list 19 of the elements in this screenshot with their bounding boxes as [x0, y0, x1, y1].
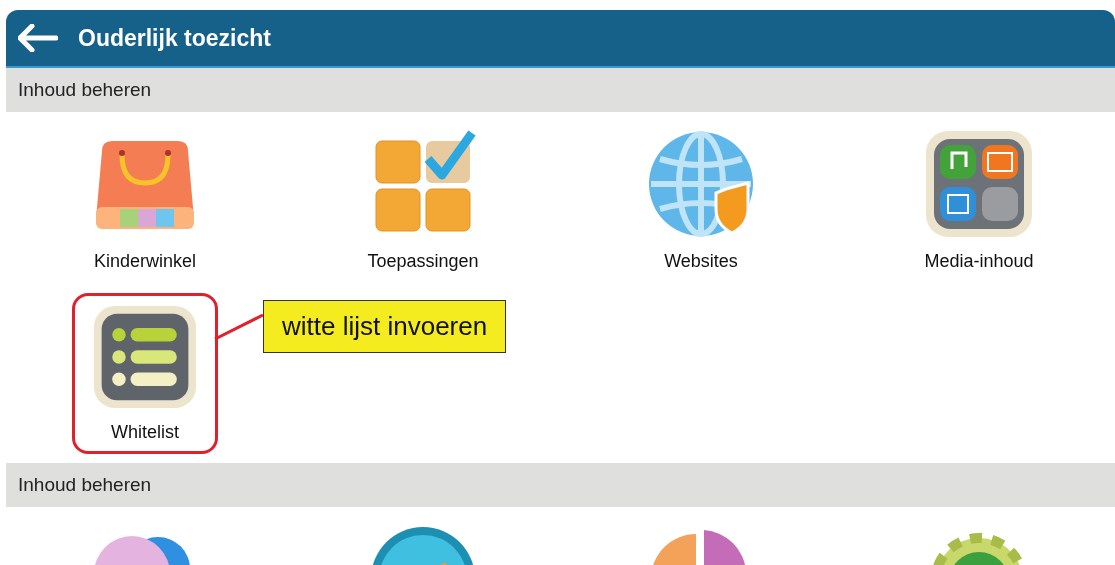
- section-title: Inhoud beheren: [18, 79, 152, 101]
- app-tile[interactable]: Media-inhoud: [906, 118, 1052, 283]
- globe-shield-icon: [646, 129, 756, 239]
- app-label: Kinderwinkel: [93, 251, 197, 272]
- back-arrow-icon[interactable]: [18, 24, 58, 52]
- app-label: Media-inhoud: [924, 251, 1034, 272]
- highlighted-tile[interactable]: Whitelist: [72, 293, 218, 454]
- app-tile[interactable]: Kinderwinkel: [72, 118, 218, 283]
- list-icon: [92, 304, 198, 410]
- app-tile[interactable]: Toepassingen: [350, 118, 496, 283]
- leader-line: [214, 314, 264, 340]
- app-label: Whitelist: [111, 422, 179, 443]
- section-title: Inhoud beheren: [18, 474, 152, 496]
- screen-title: Ouderlijk toezicht: [78, 24, 271, 52]
- app-label: Websites: [664, 251, 738, 272]
- media-folder-icon: [924, 129, 1034, 239]
- callout-note: witte lijst invoeren: [263, 300, 507, 353]
- app-tile[interactable]: Websites: [628, 118, 774, 283]
- app-label: Toepassingen: [367, 251, 479, 272]
